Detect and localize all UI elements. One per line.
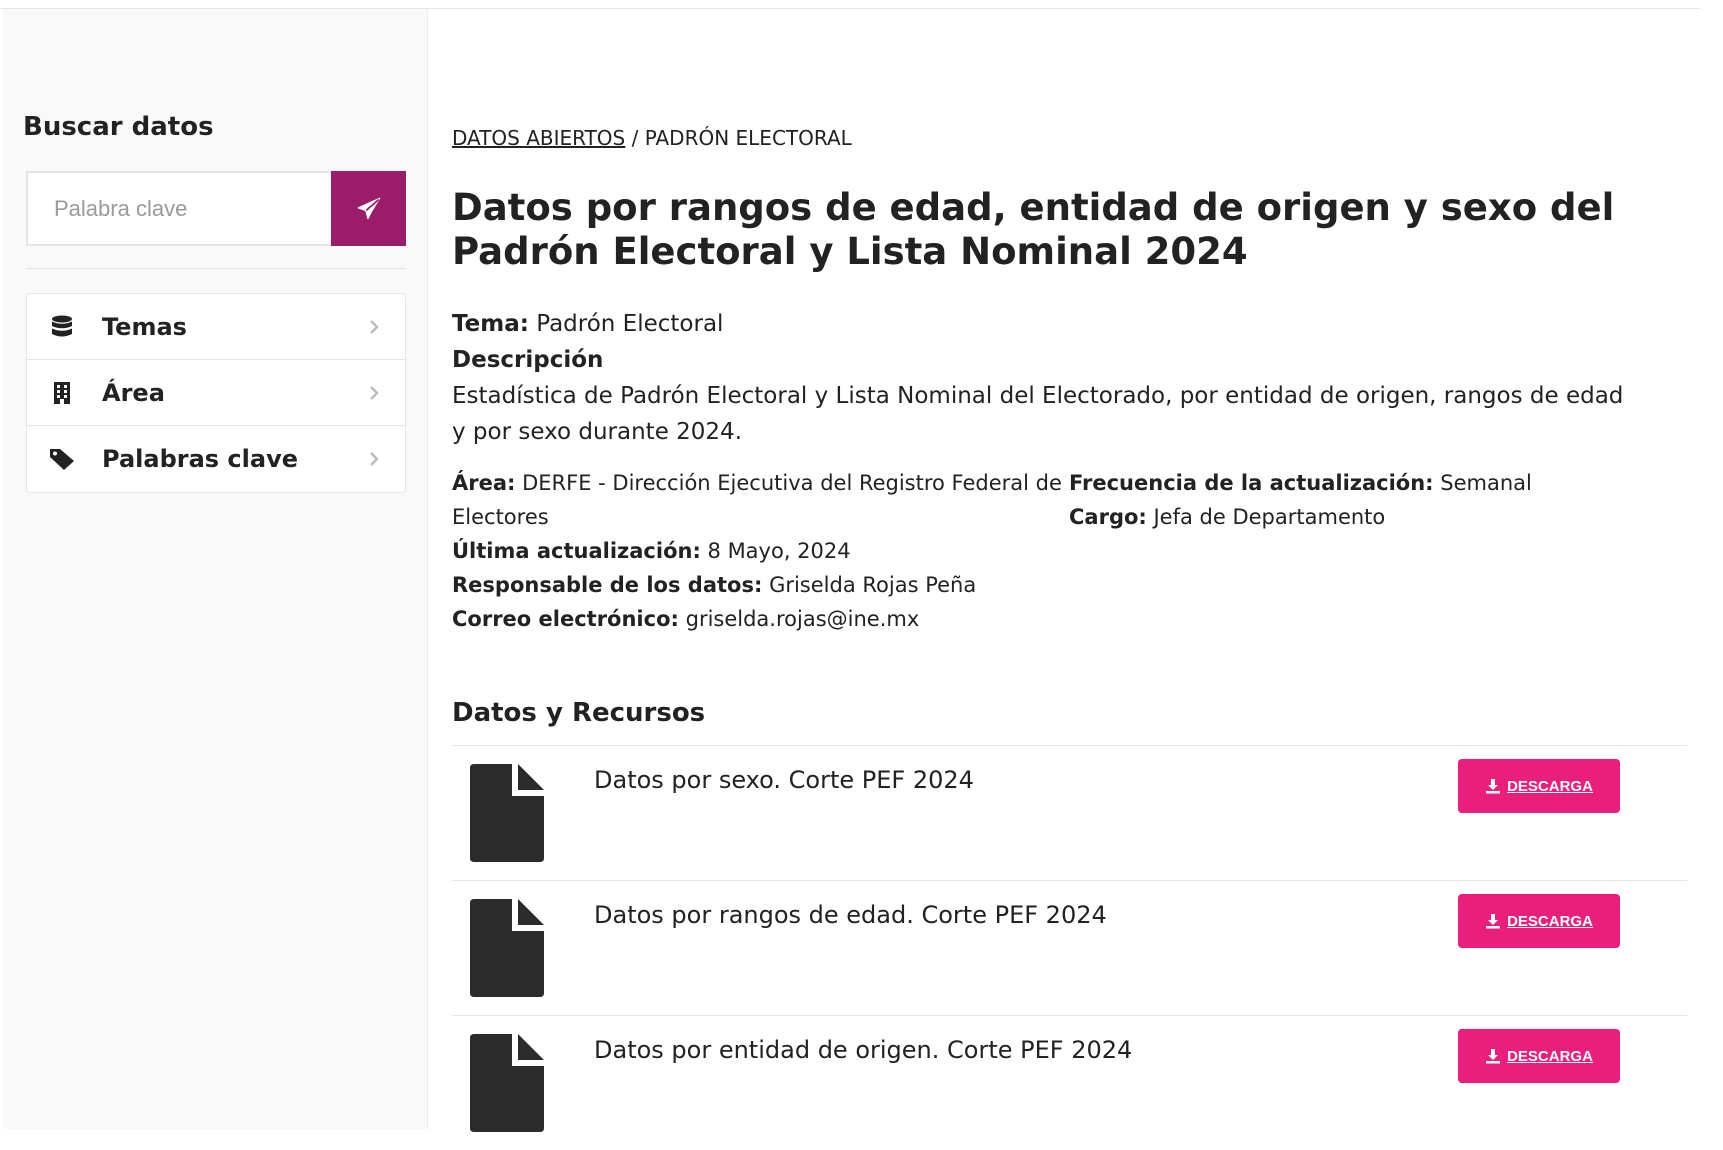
file-icon (470, 899, 544, 997)
dataset-meta: Tema: Padrón Electoral Descripción Estad… (452, 306, 1652, 450)
ultima-label: Última actualización: (452, 539, 701, 563)
tema-value: Padrón Electoral (536, 311, 724, 337)
download-button[interactable]: DESCARGA (1458, 894, 1620, 948)
download-icon (1486, 1049, 1501, 1064)
breadcrumb-separator: / (631, 126, 639, 150)
file-icon (470, 1034, 544, 1132)
sidebar-item-palabras-clave[interactable]: Palabras clave (27, 426, 405, 492)
dataset-facts: Área: DERFE - Dirección Ejecutiva del Re… (452, 466, 1652, 636)
breadcrumb-current: PADRÓN ELECTORAL (644, 126, 852, 150)
download-icon (1486, 779, 1501, 794)
search-title: Buscar datos (23, 112, 214, 142)
facts-left-column: Área: DERFE - Dirección Ejecutiva del Re… (452, 466, 1069, 636)
sidebar-item-label: Temas (102, 312, 187, 341)
responsable-label: Responsable de los datos: (452, 573, 763, 597)
resource-row: Datos por rangos de edad. Corte PEF 2024… (452, 880, 1687, 1015)
correo-fact: Correo electrónico: griselda.rojas@ine.m… (452, 602, 1069, 636)
breadcrumb-link-datos-abiertos[interactable]: DATOS ABIERTOS (452, 126, 625, 150)
facts-right-column: Frecuencia de la actualización: Semanal … (1069, 466, 1629, 636)
frecuencia-fact: Frecuencia de la actualización: Semanal (1069, 466, 1629, 500)
resources-list: Datos por sexo. Corte PEF 2024 DESCARGA … (452, 745, 1687, 1150)
search-input[interactable] (26, 171, 331, 246)
breadcrumb: DATOS ABIERTOS / PADRÓN ELECTORAL (452, 126, 852, 150)
tema-label: Tema: (452, 311, 529, 337)
tema-line: Tema: Padrón Electoral (452, 306, 1652, 342)
correo-value: griselda.rojas@ine.mx (685, 607, 920, 631)
cargo-label: Cargo: (1069, 505, 1147, 529)
download-label: DESCARGA (1507, 912, 1593, 930)
sidebar-item-area[interactable]: Área (27, 360, 405, 426)
sidebar-item-label: Palabras clave (102, 445, 298, 473)
descripcion-label: Descripción (452, 347, 604, 373)
resource-name: Datos por sexo. Corte PEF 2024 (594, 766, 974, 794)
search-button[interactable] (331, 171, 406, 246)
file-icon (470, 764, 544, 862)
ultima-value: 8 Mayo, 2024 (707, 539, 851, 563)
download-label: DESCARGA (1507, 1047, 1593, 1065)
chevron-right-icon (370, 452, 379, 466)
download-button[interactable]: DESCARGA (1458, 1029, 1620, 1083)
frecuencia-label: Frecuencia de la actualización: (1069, 471, 1434, 495)
sidebar-menu: Temas Área Palabras clave (26, 293, 406, 493)
area-value: DERFE - Dirección Ejecutiva del Registro… (452, 471, 1062, 529)
responsable-value: Griselda Rojas Peña (769, 573, 977, 597)
correo-label: Correo electrónico: (452, 607, 679, 631)
download-label: DESCARGA (1507, 777, 1593, 795)
sidebar-divider (26, 268, 406, 269)
sidebar-item-label: Área (102, 378, 165, 407)
chevron-right-icon (370, 320, 379, 334)
building-icon (49, 380, 75, 406)
tag-icon (49, 446, 75, 472)
cargo-value: Jefa de Departamento (1153, 505, 1386, 529)
resource-row: Datos por sexo. Corte PEF 2024 DESCARGA (452, 745, 1687, 880)
frecuencia-value: Semanal (1440, 471, 1532, 495)
page-title: Datos por rangos de edad, entidad de ori… (452, 186, 1615, 273)
resource-name: Datos por entidad de origen. Corte PEF 2… (594, 1036, 1133, 1064)
paper-plane-icon (357, 197, 380, 219)
area-label: Área: (452, 471, 516, 495)
ultima-fact: Última actualización: 8 Mayo, 2024 (452, 534, 1069, 568)
descripcion-heading: Descripción (452, 342, 1652, 378)
download-button[interactable]: DESCARGA (1458, 759, 1620, 813)
resource-row: Datos por entidad de origen. Corte PEF 2… (452, 1015, 1687, 1150)
responsable-fact: Responsable de los datos: Griselda Rojas… (452, 568, 1069, 602)
chevron-right-icon (370, 386, 379, 400)
search-box (26, 171, 406, 246)
download-icon (1486, 914, 1501, 929)
resources-title: Datos y Recursos (452, 698, 706, 728)
cargo-fact: Cargo: Jefa de Departamento (1069, 500, 1629, 534)
area-fact: Área: DERFE - Dirección Ejecutiva del Re… (452, 466, 1069, 534)
sidebar-item-temas[interactable]: Temas (27, 294, 405, 360)
database-icon (49, 314, 75, 340)
descripcion-text: Estadística de Padrón Electoral y Lista … (452, 383, 1624, 445)
resource-name: Datos por rangos de edad. Corte PEF 2024 (594, 901, 1107, 929)
